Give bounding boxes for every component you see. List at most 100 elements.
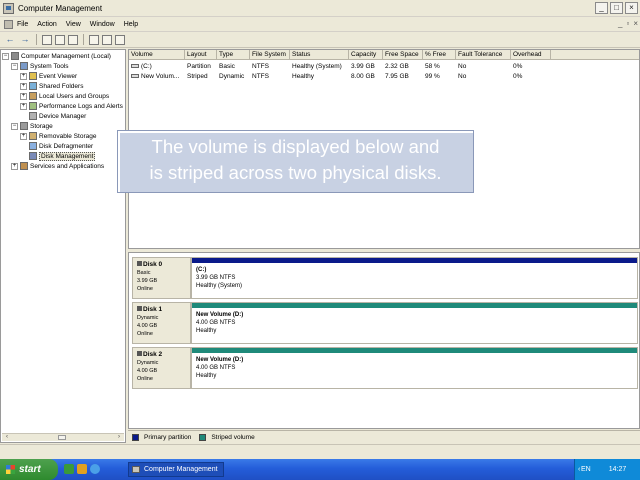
- volume-cell: 2.32 GB: [383, 62, 423, 72]
- menu-action[interactable]: Action: [37, 21, 61, 28]
- quicklaunch-folder-icon[interactable]: [77, 464, 87, 474]
- column-header[interactable]: Free Space: [383, 50, 423, 59]
- expand-icon[interactable]: +: [20, 132, 27, 140]
- tree-node-icon: [11, 52, 19, 60]
- volume-cell-text: 8.00 GB: [351, 73, 375, 80]
- column-header[interactable]: Capacity: [349, 50, 383, 59]
- menu-window[interactable]: Window: [90, 21, 120, 28]
- column-header[interactable]: Layout: [185, 50, 217, 59]
- tray-expand-chevron-icon[interactable]: ‹: [578, 466, 586, 474]
- quicklaunch-media-icon[interactable]: [64, 464, 74, 474]
- volume-row[interactable]: (C:) Partition Basic NTFS Healthy (System) 3.…: [129, 62, 639, 72]
- volume-cell-text: 7.95 GB: [385, 73, 409, 80]
- collapse-icon[interactable]: −: [11, 122, 18, 130]
- disk-info[interactable]: Disk 2 Dynamic 4.00 GB Online: [132, 347, 191, 389]
- volume-cell-text: No: [458, 73, 467, 80]
- collapse-icon[interactable]: −: [11, 62, 18, 70]
- clock[interactable]: 14:27: [609, 466, 627, 473]
- tree-node-icon: [29, 142, 37, 150]
- annotation-callout: The volume is displayed below and is str…: [117, 130, 474, 193]
- toolbar: ← →: [0, 32, 640, 48]
- volume-cell: Dynamic: [217, 72, 250, 82]
- tree-item[interactable]: − Storage: [11, 121, 53, 131]
- disk-row[interactable]: Disk 1 Dynamic 4.00 GB Online New Volume (D:…: [129, 302, 639, 344]
- minimize-button[interactable]: _: [595, 2, 608, 14]
- close-button[interactable]: ×: [625, 2, 638, 14]
- menu-file[interactable]: File: [17, 21, 33, 28]
- tree-item-label: Device Manager: [39, 112, 87, 120]
- disk-row[interactable]: Disk 0 Basic 3.99 GB Online (C:) 3.99 GB NTFS…: [129, 257, 639, 299]
- tree-horizontal-scrollbar[interactable]: ‹ ›: [2, 433, 124, 441]
- disk-graphical-view: Disk 0 Basic 3.99 GB Online (C:) 3.99 GB NTFS…: [128, 252, 640, 429]
- volume-cell: Partition: [185, 62, 217, 72]
- scroll-thumb[interactable]: [58, 435, 66, 440]
- expand-icon[interactable]: +: [20, 82, 27, 90]
- disk-name-label: Disk 0: [143, 261, 163, 268]
- tree-item[interactable]: + Local Users and Groups: [20, 91, 109, 101]
- disk-row[interactable]: Disk 2 Dynamic 4.00 GB Online New Volume (D:…: [129, 347, 639, 389]
- tree-item[interactable]: Disk Defragmenter: [20, 141, 93, 151]
- scroll-right-arrow-icon[interactable]: ›: [115, 434, 123, 441]
- expand-icon[interactable]: +: [20, 92, 27, 100]
- up-level-icon[interactable]: [42, 34, 52, 45]
- computer-management-icon: [132, 466, 140, 473]
- taskbar-task-computer-management[interactable]: Computer Management: [128, 462, 224, 477]
- column-header[interactable]: Overhead: [511, 50, 551, 59]
- tree-item[interactable]: Device Manager: [20, 111, 86, 121]
- volume-details: New Volume (D:) 4.00 GB NTFS Healthy: [196, 311, 243, 335]
- start-button[interactable]: start: [0, 459, 58, 480]
- tree-item[interactable]: Disk Management: [20, 151, 96, 161]
- forward-arrow-icon[interactable]: →: [19, 34, 31, 45]
- tree-item[interactable]: + Removable Storage: [20, 131, 96, 141]
- tree-item-label: Computer Management (Local): [21, 52, 111, 60]
- expand-icon[interactable]: +: [11, 162, 18, 170]
- column-header[interactable]: Fault Tolerance: [456, 50, 511, 59]
- tree-node-icon: [29, 132, 37, 140]
- column-header[interactable]: Volume: [129, 50, 185, 59]
- tree-item[interactable]: + Services and Applications: [11, 161, 104, 171]
- show-hide-tree-icon[interactable]: [55, 34, 65, 45]
- volume-cell: 58 %: [423, 62, 456, 72]
- column-header[interactable]: Status: [290, 50, 349, 59]
- tree-node-icon: [20, 162, 28, 170]
- disk-status: Online: [137, 376, 153, 382]
- volume-row[interactable]: New Volum... Striped Dynamic NTFS Healthy 8.0…: [129, 72, 639, 82]
- tree-node-icon: [29, 82, 37, 90]
- disk-volume-region[interactable]: New Volume (D:) 4.00 GB NTFS Healthy: [191, 347, 638, 389]
- child-close-button[interactable]: ×: [633, 19, 638, 28]
- tree-item[interactable]: + Shared Folders: [20, 81, 83, 91]
- help-icon[interactable]: [89, 34, 99, 45]
- action-icon[interactable]: [115, 34, 125, 45]
- back-arrow-icon[interactable]: ←: [4, 34, 16, 45]
- volume-cell: 0%: [511, 72, 551, 82]
- child-minimize-button[interactable]: _: [618, 19, 622, 28]
- menu-help[interactable]: Help: [124, 21, 143, 28]
- quicklaunch-ie-icon[interactable]: [90, 464, 100, 474]
- tree-item[interactable]: + Performance Logs and Alerts: [20, 101, 123, 111]
- scroll-left-arrow-icon[interactable]: ‹: [3, 434, 11, 441]
- properties-icon[interactable]: [68, 34, 78, 45]
- menu-view[interactable]: View: [66, 21, 86, 28]
- tree-item[interactable]: + Event Viewer: [20, 71, 77, 81]
- column-header[interactable]: Type: [217, 50, 250, 59]
- disk-info[interactable]: Disk 1 Dynamic 4.00 GB Online: [132, 302, 191, 344]
- tree-item-label: Removable Storage: [39, 132, 97, 140]
- maximize-button[interactable]: □: [610, 2, 623, 14]
- tree-item[interactable]: − System Tools: [11, 61, 69, 71]
- tree-item-label: Disk Defragmenter: [39, 142, 94, 150]
- volume-cell-text: Partition: [187, 63, 211, 70]
- collapse-icon[interactable]: −: [2, 52, 9, 60]
- disk-volume-region[interactable]: (C:) 3.99 GB NTFS Healthy (System): [191, 257, 638, 299]
- export-list-icon[interactable]: [102, 34, 112, 45]
- child-restore-button[interactable]: ▫: [626, 19, 629, 28]
- expand-icon[interactable]: +: [20, 72, 27, 80]
- column-header[interactable]: % Free: [423, 50, 456, 59]
- disk-info[interactable]: Disk 0 Basic 3.99 GB Online: [132, 257, 191, 299]
- column-header[interactable]: File System: [250, 50, 290, 59]
- tree-item[interactable]: − Computer Management (Local): [2, 51, 111, 61]
- disk-volume-region[interactable]: New Volume (D:) 4.00 GB NTFS Healthy: [191, 302, 638, 344]
- mmc-console-icon[interactable]: [4, 19, 13, 29]
- window-controls: _ □ ×: [595, 2, 638, 14]
- volume-cell: 7.95 GB: [383, 72, 423, 82]
- expand-icon[interactable]: +: [20, 102, 27, 110]
